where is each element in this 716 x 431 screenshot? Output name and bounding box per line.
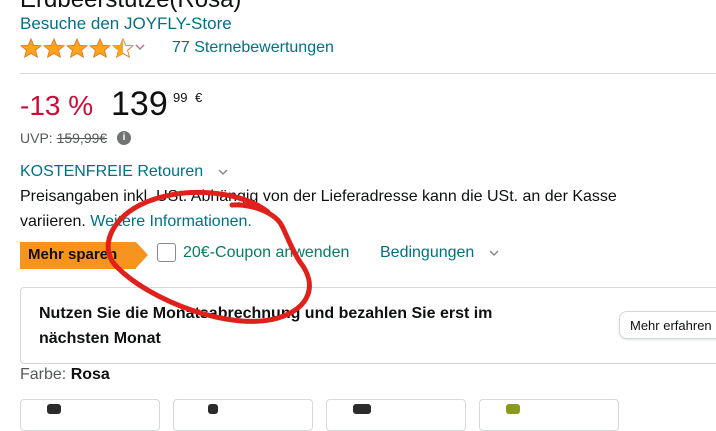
star-full-icon [43, 38, 65, 58]
monthly-billing-text: Nutzen Sie die Monatsabrechnung und beza… [39, 305, 493, 347]
more-info-link[interactable]: Weitere Informationen. [90, 213, 252, 230]
divider [20, 73, 716, 74]
list-price: UVP: 159,99€ [20, 130, 107, 146]
product-title: Erdbeerstütze(Rosa) [20, 0, 241, 14]
swatch-thumbnail [47, 404, 61, 414]
color-selection: Farbe: Rosa [20, 366, 110, 384]
conditions-link[interactable]: Bedingungen [380, 244, 474, 262]
price-whole: 139 [111, 85, 168, 123]
store-link[interactable]: Besuche den JOYFLY-Store [20, 14, 232, 34]
star-full-icon [66, 38, 88, 58]
color-swatch[interactable] [20, 399, 160, 431]
color-swatch[interactable] [173, 399, 313, 431]
tax-note-line: Preisangaben inkl. USt. Abhängig von der… [20, 188, 617, 205]
list-price-value: 159,99€ [56, 130, 108, 146]
coupon-checkbox[interactable] [157, 243, 176, 262]
star-full-icon [89, 38, 111, 58]
color-swatch[interactable] [326, 399, 466, 431]
learn-more-button[interactable]: Mehr erfahren [619, 311, 716, 339]
color-swatch[interactable] [479, 399, 619, 431]
color-label: Farbe: [20, 366, 67, 383]
ratings-count-link[interactable]: 77 Sternebewertungen [172, 39, 334, 57]
chevron-down-icon[interactable] [217, 166, 229, 178]
tax-note-text: variieren. [20, 213, 86, 230]
chevron-down-icon[interactable] [488, 247, 500, 259]
swatch-thumbnail [208, 404, 218, 414]
swatch-thumbnail [506, 404, 520, 414]
coupon-label[interactable]: 20€-Coupon anwenden [183, 244, 349, 262]
color-value: Rosa [70, 366, 110, 383]
save-more-badge-label: Mehr sparen [28, 246, 118, 263]
badge-tip [136, 242, 148, 268]
chevron-down-icon[interactable] [134, 41, 146, 53]
star-full-icon [20, 38, 42, 58]
tax-note-line: variieren. Weitere Informationen. [20, 213, 252, 231]
info-icon[interactable]: i [117, 131, 131, 145]
star-rating[interactable] [20, 38, 135, 58]
star-half-icon [112, 38, 134, 58]
list-price-label: UVP: [20, 130, 53, 146]
free-returns-link[interactable]: KOSTENFREIE Retouren [20, 163, 203, 181]
price-currency: € [195, 90, 203, 105]
price-fraction: 99 [173, 90, 188, 105]
swatch-thumbnail [353, 404, 371, 414]
discount-percent: -13 % [20, 90, 94, 121]
